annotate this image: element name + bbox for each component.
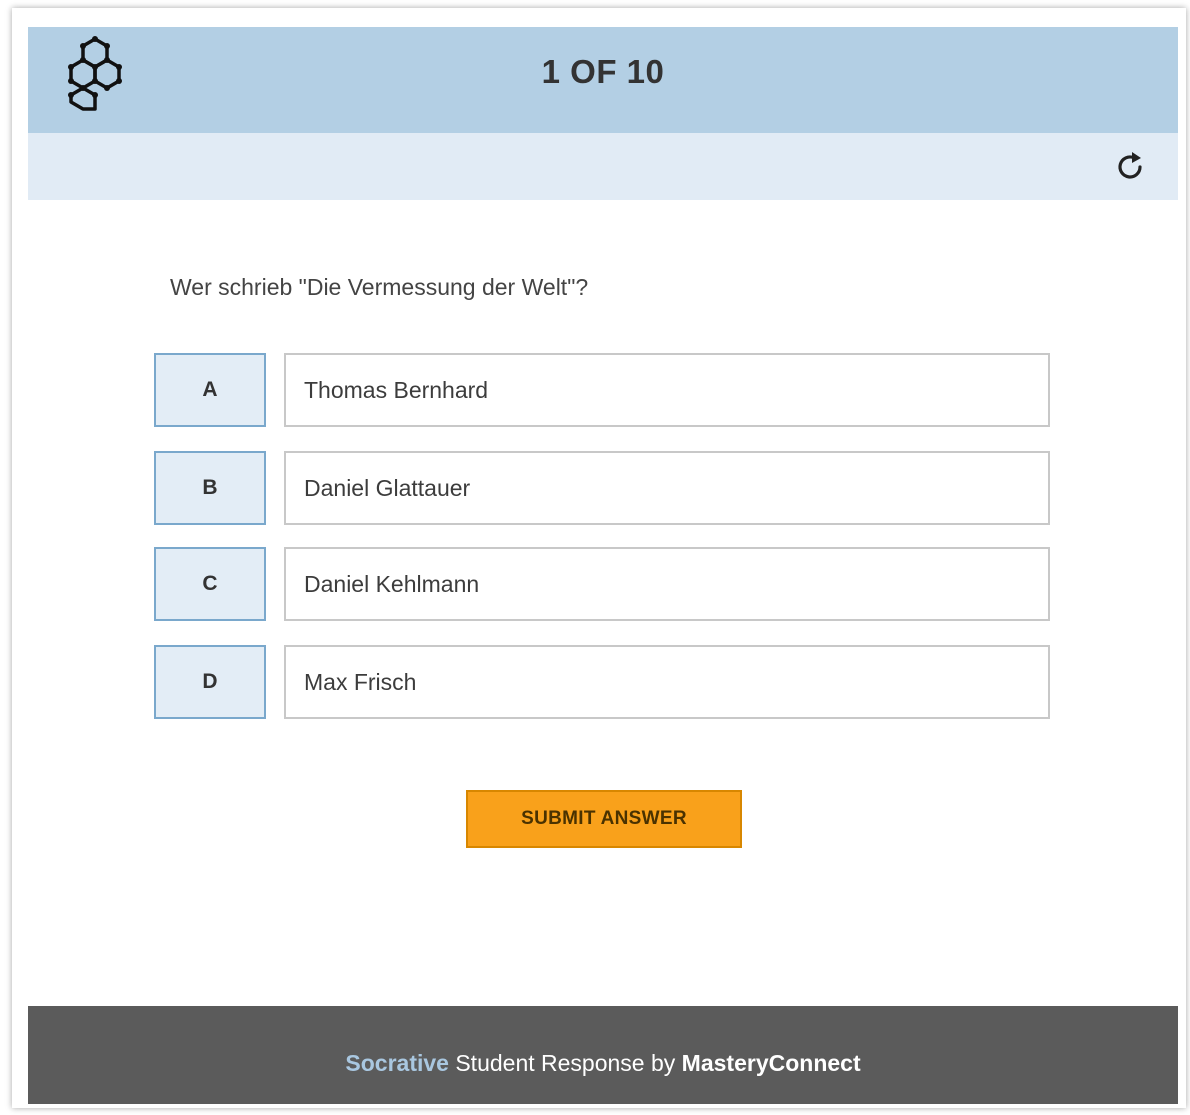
question-progress: 1 OF 10 <box>541 53 665 90</box>
answer-letter-d[interactable]: D <box>154 645 266 719</box>
refresh-icon[interactable] <box>1112 149 1148 185</box>
footer: Socrative Student Response by MasteryCon… <box>28 1006 1178 1104</box>
footer-company: MasteryConnect <box>681 1049 861 1076</box>
answer-letter-c[interactable]: C <box>154 547 266 621</box>
answer-letter-b[interactable]: B <box>154 451 266 525</box>
footer-text: Student Response by <box>448 1049 682 1076</box>
header-bar: 1 OF 10 <box>28 27 1178 133</box>
question-text: Wer schrieb "Die Vermessung der Welt"? <box>170 274 589 300</box>
answer-option-b[interactable]: B Daniel Glattauer <box>154 451 1054 525</box>
answer-option-a[interactable]: A Thomas Bernhard <box>154 353 1054 427</box>
toolbar <box>28 133 1178 200</box>
answer-option-c[interactable]: C Daniel Kehlmann <box>154 547 1054 621</box>
answer-text-c[interactable]: Daniel Kehlmann <box>284 547 1050 621</box>
submit-answer-button[interactable]: SUBMIT ANSWER <box>466 790 742 848</box>
answer-option-d[interactable]: D Max Frisch <box>154 645 1054 719</box>
answer-text-a[interactable]: Thomas Bernhard <box>284 353 1050 427</box>
answer-text-b[interactable]: Daniel Glattauer <box>284 451 1050 525</box>
footer-brand: Socrative <box>345 1049 449 1076</box>
answer-text-d[interactable]: Max Frisch <box>284 645 1050 719</box>
answer-letter-a[interactable]: A <box>154 353 266 427</box>
